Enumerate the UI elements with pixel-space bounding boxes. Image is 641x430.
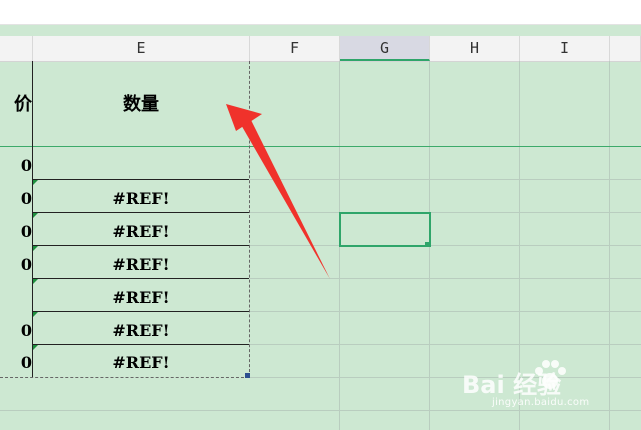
error-indicator-icon xyxy=(33,312,38,317)
cell-d5[interactable]: 0 xyxy=(0,254,32,276)
error-indicator-icon xyxy=(33,246,38,251)
error-indicator-icon xyxy=(33,345,38,350)
watermark-url: jingyan.baidu.com xyxy=(492,397,590,408)
cell-e1-header[interactable]: 数量 xyxy=(33,93,249,117)
toolbar-strip xyxy=(0,0,641,25)
column-header-i[interactable]: I xyxy=(520,36,610,61)
cell-border xyxy=(32,278,249,279)
cell-border xyxy=(32,179,249,180)
frozen-row-divider xyxy=(0,146,641,147)
column-header-f[interactable]: F xyxy=(250,36,340,61)
column-header-e[interactable]: E xyxy=(33,36,250,61)
column-header-g[interactable]: G xyxy=(340,36,430,61)
cell-d2[interactable]: 0 xyxy=(0,155,32,177)
cell-e2[interactable] xyxy=(33,155,249,177)
cell-border xyxy=(32,212,249,213)
watermark: Bai 经验 jingyan.baidu.com xyxy=(462,355,622,415)
cell-border xyxy=(32,344,249,345)
cell-d6[interactable] xyxy=(0,287,32,309)
grid-line xyxy=(250,344,641,345)
grid-line xyxy=(250,179,641,180)
cell-e5[interactable]: #REF! xyxy=(33,254,249,276)
cell-e8[interactable]: #REF! xyxy=(33,352,249,374)
copy-marquee-right xyxy=(249,61,250,377)
cell-d4[interactable]: 0 xyxy=(0,221,32,243)
grid-line xyxy=(250,311,641,312)
cell-e7[interactable]: #REF! xyxy=(33,320,249,342)
column-header-d[interactable] xyxy=(0,36,33,61)
cell-e3[interactable]: #REF! xyxy=(33,188,249,210)
grid-line xyxy=(250,278,641,279)
cell-d8[interactable]: 0 xyxy=(0,352,32,374)
cell-e6[interactable]: #REF! xyxy=(33,287,249,309)
cell-d7[interactable]: 0 xyxy=(0,320,32,342)
error-indicator-icon xyxy=(33,279,38,284)
cell-d1[interactable]: 价 xyxy=(0,93,32,117)
watermark-brand: Bai 经验 xyxy=(462,371,562,399)
autofill-handle[interactable] xyxy=(425,242,430,247)
error-indicator-icon xyxy=(33,180,38,185)
cell-d3[interactable]: 0 xyxy=(0,188,32,210)
error-indicator-icon xyxy=(33,213,38,218)
grid-line xyxy=(250,212,641,213)
cell-border xyxy=(32,311,249,312)
copy-marquee-bottom xyxy=(0,377,249,378)
cell-e4[interactable]: #REF! xyxy=(33,221,249,243)
active-cell-g[interactable] xyxy=(339,212,431,247)
cell-border xyxy=(32,245,249,246)
column-header-row: E F G H I xyxy=(0,36,641,62)
grid-line xyxy=(250,245,641,246)
column-header-h[interactable]: H xyxy=(430,36,520,61)
column-header-j[interactable] xyxy=(610,36,641,61)
